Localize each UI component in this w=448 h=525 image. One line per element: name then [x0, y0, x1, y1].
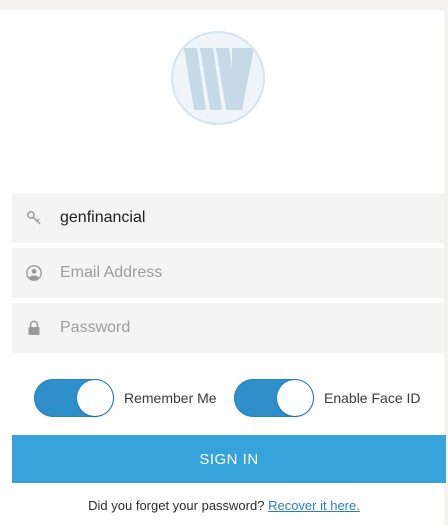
face-id-label: Enable Face ID: [324, 390, 421, 406]
forgot-password-text: Did you forget your password?: [88, 498, 265, 513]
remember-me-label: Remember Me: [124, 390, 217, 406]
key-icon: [24, 208, 44, 228]
face-id-toggle[interactable]: [234, 379, 314, 417]
sign-in-button[interactable]: SIGN IN: [12, 435, 446, 483]
password-field[interactable]: [12, 303, 444, 353]
remember-me-toggle[interactable]: [34, 379, 114, 417]
server-field[interactable]: [12, 193, 444, 243]
login-screen: Remember Me Enable Face ID SIGN IN Did y…: [0, 10, 446, 525]
lock-icon: [24, 318, 44, 338]
forgot-password: Did you forget your password? Recover it…: [0, 498, 448, 513]
recover-link[interactable]: Recover it here.: [268, 498, 360, 513]
user-circle-icon: [24, 263, 44, 283]
server-input[interactable]: [60, 209, 400, 227]
toggle-knob: [277, 380, 313, 416]
email-field[interactable]: [12, 248, 444, 298]
toggle-knob: [77, 380, 113, 416]
email-input[interactable]: [60, 264, 400, 282]
brand-logo: [170, 30, 266, 126]
face-id-row: Enable Face ID: [234, 378, 421, 418]
password-input[interactable]: [60, 319, 400, 337]
remember-me-row: Remember Me: [34, 378, 217, 418]
